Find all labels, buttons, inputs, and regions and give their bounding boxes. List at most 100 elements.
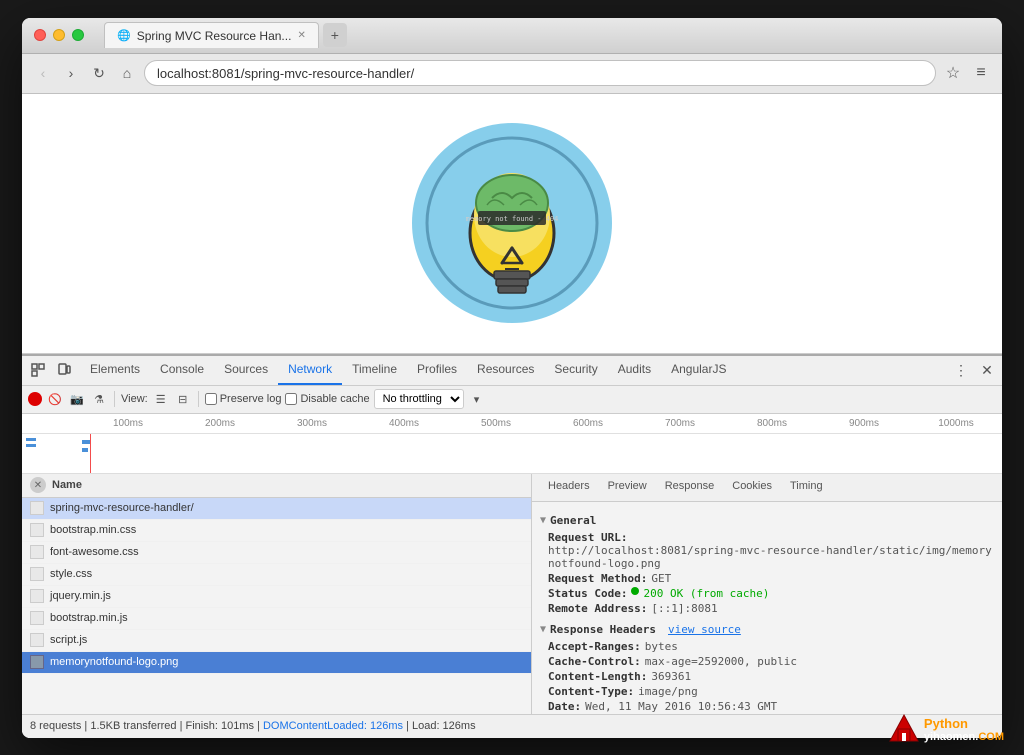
file-item-2[interactable]: font-awesome.css	[22, 542, 531, 564]
file-name-4: jquery.min.js	[50, 590, 111, 602]
general-arrow-icon: ▼	[540, 515, 546, 526]
inspect-element-button[interactable]	[26, 358, 50, 382]
maximize-button[interactable]	[72, 29, 84, 41]
file-item-1[interactable]: bootstrap.min.css	[22, 520, 531, 542]
close-button[interactable]	[34, 29, 46, 41]
timeline-request-bar-1	[82, 440, 90, 444]
response-headers-arrow-icon: ▼	[540, 624, 546, 635]
content-type-key: Content-Type:	[548, 685, 634, 698]
detail-tab-response[interactable]: Response	[657, 474, 723, 502]
throttling-chevron[interactable]: ▾	[468, 390, 486, 408]
view-source-button[interactable]: view source	[668, 623, 741, 636]
record-button[interactable]	[28, 392, 42, 406]
filter-button[interactable]: ⚗	[90, 390, 108, 408]
tab-timeline[interactable]: Timeline	[342, 355, 407, 385]
tab-area: 🌐 Spring MVC Resource Han... ✕ +	[104, 22, 990, 48]
tab-sources[interactable]: Sources	[214, 355, 278, 385]
detail-tab-cookies[interactable]: Cookies	[724, 474, 780, 502]
clear-button[interactable]: 🚫	[46, 390, 64, 408]
timeline-ruler: 100ms 200ms 300ms 400ms 500ms 600ms 700m…	[22, 414, 1002, 434]
forward-button[interactable]: ›	[60, 62, 82, 84]
devtools: Elements Console Sources Network Timelin…	[22, 354, 1002, 738]
tick-800ms: 800ms	[726, 418, 818, 429]
tab-resources[interactable]: Resources	[467, 355, 544, 385]
yihaomen-label: yihaomen.COM	[924, 731, 1004, 743]
camera-button[interactable]: 📷	[68, 390, 86, 408]
devtools-close-button[interactable]: ✕	[976, 359, 998, 381]
back-button[interactable]: ‹	[32, 62, 54, 84]
menu-button[interactable]: ≡	[970, 62, 992, 84]
bookmark-button[interactable]: ☆	[942, 62, 964, 84]
disable-cache-checkbox[interactable]	[285, 393, 297, 405]
file-item-5[interactable]: bootstrap.min.js	[22, 608, 531, 630]
accept-ranges-key: Accept-Ranges:	[548, 640, 641, 653]
tab-security[interactable]: Security	[544, 355, 607, 385]
file-item-3[interactable]: style.css	[22, 564, 531, 586]
date-row: Date: Wed, 11 May 2016 10:56:43 GMT	[548, 700, 994, 713]
tab-console[interactable]: Console	[150, 355, 214, 385]
remote-address-val: [::1]:8081	[651, 602, 717, 615]
cache-control-val: max-age=2592000, public	[645, 655, 797, 668]
timeline-indicators	[26, 438, 36, 447]
file-icon-6	[30, 633, 44, 647]
tab-audits[interactable]: Audits	[608, 355, 661, 385]
new-tab-button[interactable]: +	[323, 23, 347, 47]
view-frames-button[interactable]: ⊟	[174, 390, 192, 408]
devtools-icons	[26, 358, 76, 382]
content-length-row: Content-Length: 369361	[548, 670, 994, 683]
file-item-7[interactable]: memorynotfound-logo.png	[22, 652, 531, 674]
tab-elements[interactable]: Elements	[80, 355, 150, 385]
timeline-content	[22, 434, 1002, 473]
remote-address-row: Remote Address: [::1]:8081	[548, 602, 994, 615]
devtools-corner-buttons: ⋮ ✕	[950, 359, 998, 381]
general-title: General	[550, 514, 596, 527]
file-icon-3	[30, 567, 44, 581]
tab-network[interactable]: Network	[278, 355, 342, 385]
tab-angularjs[interactable]: AngularJS	[661, 355, 736, 385]
address-input[interactable]: localhost:8081/spring-mvc-resource-handl…	[144, 60, 936, 86]
device-mode-button[interactable]	[52, 358, 76, 382]
tick-100ms: 100ms	[82, 418, 174, 429]
status-code-row: Status Code: 200 OK (from cache)	[548, 587, 994, 600]
devtools-more-button[interactable]: ⋮	[950, 359, 972, 381]
file-list-panel: ✕ Name spring-mvc-resource-handler/ boot…	[22, 474, 532, 714]
throttling-select[interactable]: No throttling	[374, 389, 464, 409]
status-code-label: Status Code:	[548, 587, 627, 600]
content-type-val: image/png	[638, 685, 698, 698]
home-button[interactable]: ⌂	[116, 62, 138, 84]
file-item-0[interactable]: spring-mvc-resource-handler/	[22, 498, 531, 520]
accept-ranges-val: bytes	[645, 640, 678, 653]
name-column-header: Name	[52, 479, 82, 491]
preserve-log-checkbox[interactable]	[205, 393, 217, 405]
close-panel-button[interactable]: ✕	[30, 477, 46, 493]
file-item-6[interactable]: script.js	[22, 630, 531, 652]
tab-title: Spring MVC Resource Han...	[137, 29, 292, 43]
tab-close-icon[interactable]: ✕	[297, 30, 305, 41]
remote-address-label: Remote Address:	[548, 602, 647, 615]
minimize-button[interactable]	[53, 29, 65, 41]
title-bar: 🌐 Spring MVC Resource Han... ✕ +	[22, 18, 1002, 54]
browser-tab[interactable]: 🌐 Spring MVC Resource Han... ✕	[104, 22, 319, 48]
reload-button[interactable]: ↻	[88, 62, 110, 84]
file-name-6: script.js	[50, 634, 87, 646]
cache-control-row: Cache-Control: max-age=2592000, public	[548, 655, 994, 668]
detail-tab-preview[interactable]: Preview	[600, 474, 655, 502]
main-panel: ✕ Name spring-mvc-resource-handler/ boot…	[22, 474, 1002, 714]
file-list: spring-mvc-resource-handler/ bootstrap.m…	[22, 498, 531, 714]
timeline-area: 100ms 200ms 300ms 400ms 500ms 600ms 700m…	[22, 414, 1002, 474]
detail-tab-timing[interactable]: Timing	[782, 474, 831, 502]
file-icon-0	[30, 501, 44, 515]
view-list-button[interactable]: ☰	[152, 390, 170, 408]
response-headers-title: Response Headers	[550, 623, 656, 636]
detail-tab-headers[interactable]: Headers	[540, 474, 598, 502]
tab-profiles[interactable]: Profiles	[407, 355, 467, 385]
tick-200ms: 200ms	[174, 418, 266, 429]
disable-cache-label: Disable cache	[300, 393, 369, 405]
file-item-4[interactable]: jquery.min.js	[22, 586, 531, 608]
file-icon-2	[30, 545, 44, 559]
dom-content-loaded: DOMContentLoaded: 126ms	[263, 720, 403, 732]
request-method-label: Request Method:	[548, 572, 647, 585]
timeline-indicator-bar-2	[26, 444, 36, 447]
mac-window: 🌐 Spring MVC Resource Han... ✕ + ‹ › ↻ ⌂…	[22, 18, 1002, 738]
file-name-1: bootstrap.min.css	[50, 524, 136, 536]
